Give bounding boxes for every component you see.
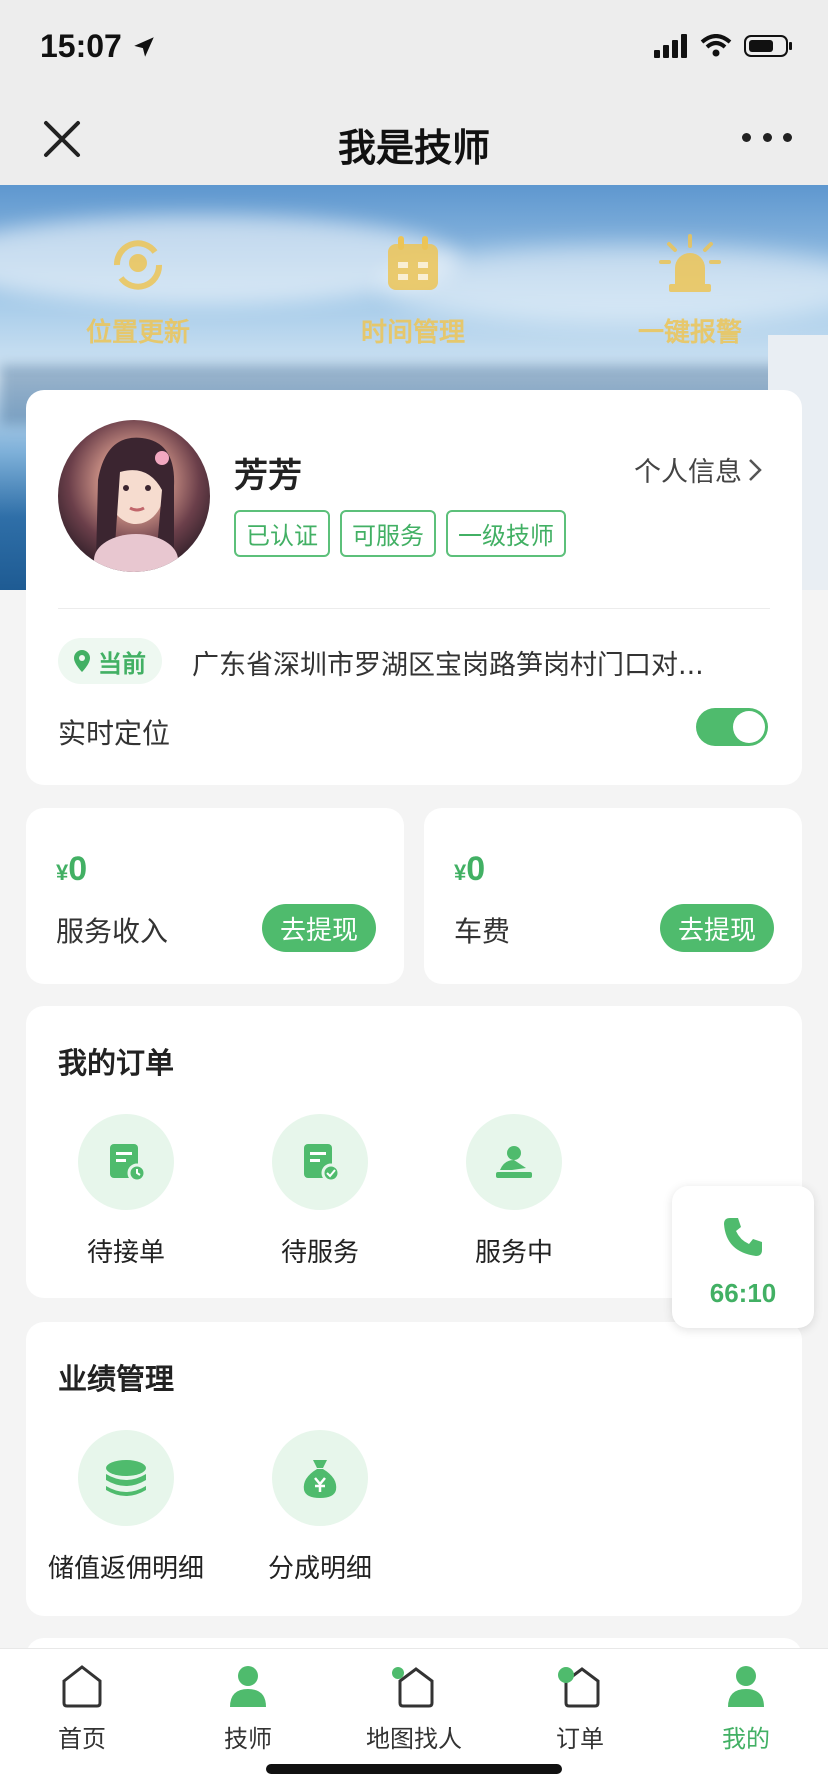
- nav-bar: 我是技师: [0, 95, 828, 185]
- commission-detail-label: 储值返佣明细: [47, 1554, 204, 1584]
- current-location-label: 当前: [98, 649, 146, 678]
- home-indicator: [266, 1764, 562, 1774]
- personal-info-link[interactable]: 个人信息: [634, 450, 762, 489]
- divider: [58, 608, 770, 609]
- order-waiting-item[interactable]: 待服务: [220, 1114, 420, 1269]
- status-time: 15:07: [40, 28, 157, 65]
- current-address: 广东省深圳市罗湖区宝岗路笋岗村门口对...: [192, 650, 704, 681]
- amount-value: 0: [68, 850, 88, 888]
- order-pending-label: 待接单: [86, 1238, 165, 1268]
- travel-fee-amount: ¥0: [454, 850, 485, 889]
- in-service-label: 服务中: [474, 1238, 553, 1268]
- wifi-icon: [700, 34, 732, 57]
- location-refresh-icon: [113, 240, 163, 290]
- status-indicators: [654, 34, 794, 58]
- order-waiting-icon: [304, 1144, 341, 1183]
- money-bag-icon: [303, 1460, 337, 1498]
- quick-action-label: 一键报警: [637, 318, 742, 348]
- service-income-amount: ¥0: [56, 850, 87, 889]
- user-icon: [728, 1666, 764, 1707]
- travel-fee-card: ¥0 车费 去提现: [424, 808, 802, 984]
- tab-orders[interactable]: 订单: [500, 1663, 660, 1754]
- quick-action-alarm[interactable]: 一键报警: [590, 230, 790, 349]
- realtime-location-label: 实时定位: [58, 717, 171, 750]
- in-service-icon: [496, 1146, 532, 1178]
- quick-action-label: 位置更新: [85, 318, 190, 348]
- tag-available: 可服务: [340, 510, 436, 557]
- service-income-card: ¥0 服务收入 去提现: [26, 808, 404, 984]
- signal-icon: [654, 34, 687, 58]
- order-icon: [558, 1667, 600, 1708]
- page-title: 我是技师: [337, 126, 490, 170]
- withdraw-fee-button[interactable]: 去提现: [659, 904, 774, 952]
- tab-home[interactable]: 首页: [2, 1663, 162, 1754]
- currency-symbol: ¥: [454, 860, 467, 885]
- map-icon: [392, 1667, 434, 1708]
- personal-info-label: 个人信息: [634, 457, 742, 488]
- tab-technician[interactable]: 技师: [168, 1663, 328, 1754]
- tag-verified: 已认证: [234, 510, 330, 557]
- avatar[interactable]: [58, 420, 210, 572]
- tab-label: 我的: [722, 1725, 770, 1753]
- share-detail-item[interactable]: 分成明细: [220, 1430, 420, 1585]
- profile-card: 芳芳 个人信息 已认证 可服务 一级技师 当前 广东省深圳市罗湖区宝岗路笋岗村门…: [26, 390, 802, 785]
- quick-action-label: 时间管理: [360, 318, 465, 348]
- travel-fee-label: 车费: [454, 915, 511, 948]
- tab-label: 订单: [556, 1725, 604, 1753]
- call-timer: 66:10: [709, 1278, 777, 1308]
- coins-icon: [106, 1460, 146, 1496]
- profile-tags: 已认证 可服务 一级技师: [234, 510, 566, 557]
- quick-action-time[interactable]: 时间管理: [313, 230, 513, 349]
- performance-title: 业绩管理: [58, 1362, 175, 1396]
- tab-label: 地图找人: [366, 1725, 462, 1753]
- map-pin-icon: [74, 650, 90, 672]
- commission-detail-item[interactable]: 储值返佣明细: [26, 1430, 226, 1585]
- order-pending-item[interactable]: 待接单: [26, 1114, 226, 1269]
- in-service-item[interactable]: 服务中: [414, 1114, 614, 1269]
- battery-icon: [744, 35, 792, 57]
- call-float-widget[interactable]: 66:10: [672, 1186, 814, 1328]
- share-detail-label: 分成明细: [267, 1554, 372, 1584]
- order-waiting-label: 待服务: [280, 1238, 359, 1268]
- current-location-chip: 当前: [58, 638, 162, 684]
- alarm-light-icon: [659, 234, 721, 292]
- more-icon[interactable]: [742, 125, 792, 149]
- tag-level: 一级技师: [446, 510, 566, 557]
- tab-mine[interactable]: 我的: [666, 1663, 826, 1754]
- tab-label: 首页: [58, 1725, 106, 1753]
- location-arrow-icon: [133, 37, 154, 57]
- currency-symbol: ¥: [56, 860, 69, 885]
- withdraw-income-button[interactable]: 去提现: [261, 904, 376, 952]
- performance-card: 业绩管理 储值返佣明细 分成明细: [26, 1322, 802, 1616]
- person-icon: [230, 1666, 266, 1707]
- my-orders-title: 我的订单: [58, 1046, 175, 1080]
- tab-map[interactable]: 地图找人: [334, 1663, 494, 1754]
- chevron-right-icon: [749, 458, 762, 481]
- calendar-icon: [388, 236, 438, 290]
- profile-name: 芳芳: [234, 456, 302, 496]
- phone-icon: [724, 1218, 762, 1256]
- realtime-location-toggle[interactable]: [696, 708, 768, 746]
- status-time-text: 15:07: [40, 28, 122, 64]
- status-bar: 15:07: [0, 0, 828, 95]
- tab-label: 技师: [224, 1725, 272, 1753]
- amount-value: 0: [466, 850, 486, 888]
- order-pending-icon: [110, 1144, 147, 1183]
- quick-action-location[interactable]: 位置更新: [38, 230, 238, 349]
- service-income-label: 服务收入: [56, 915, 169, 948]
- home-icon: [62, 1665, 102, 1708]
